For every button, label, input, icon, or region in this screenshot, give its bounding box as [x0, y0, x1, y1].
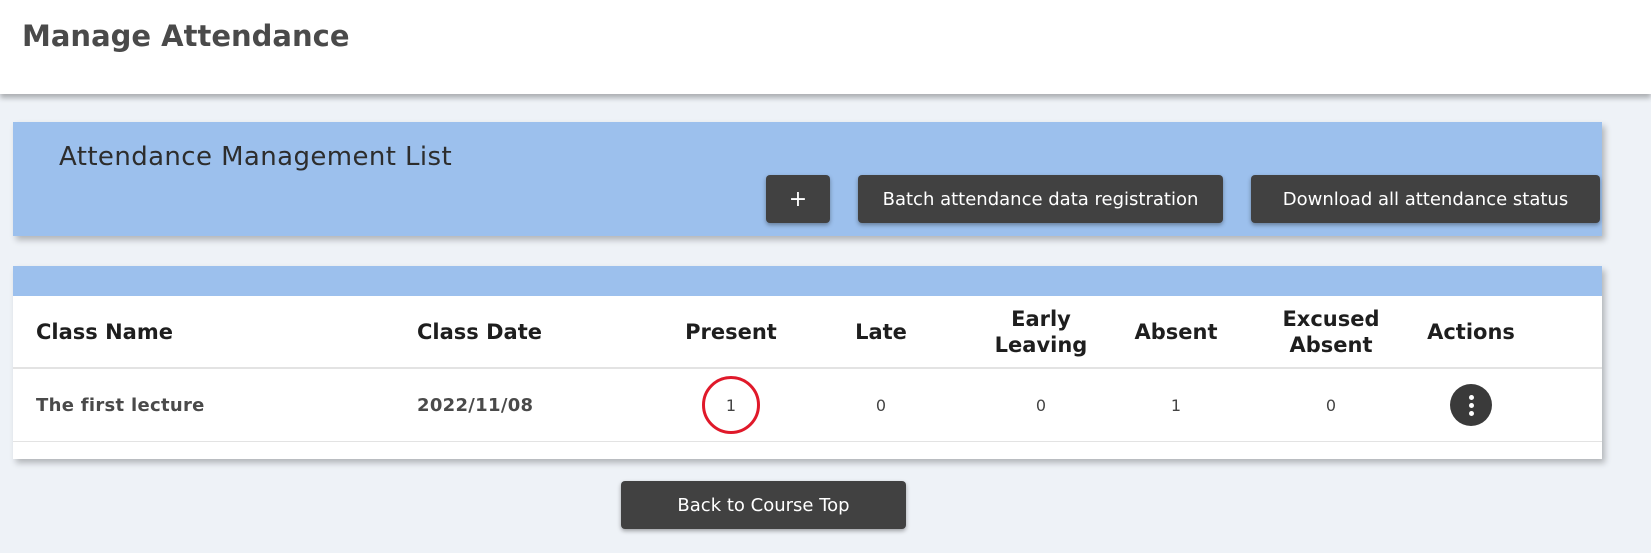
- header-actions: Actions: [1427, 319, 1515, 344]
- cell-class-date: 2022/11/08: [417, 394, 534, 416]
- header-class-name: Class Name: [36, 319, 173, 344]
- cell-excused-absent: 0: [1325, 395, 1337, 415]
- header-class-date: Class Date: [417, 319, 542, 344]
- attendance-table: Class Name Class Date Present Late Early…: [13, 266, 1602, 459]
- add-button[interactable]: +: [766, 175, 830, 223]
- back-to-course-top-button[interactable]: Back to Course Top: [621, 481, 906, 529]
- header-excused-absent-line2: Absent: [1289, 332, 1373, 357]
- cell-late: 0: [875, 395, 887, 415]
- header-late: Late: [855, 319, 907, 344]
- download-all-status-button[interactable]: Download all attendance status: [1251, 175, 1600, 223]
- panel-title: Attendance Management List: [59, 142, 453, 172]
- red-circle-highlight: 1: [702, 376, 760, 434]
- header-absent: Absent: [1134, 319, 1218, 344]
- header-early-leaving: Early Leaving: [961, 296, 1121, 367]
- cell-class-name: The first lecture: [36, 394, 205, 416]
- top-header: Manage Attendance: [0, 0, 1651, 94]
- cell-early-leaving: 0: [1035, 395, 1047, 415]
- present-count: 1: [725, 395, 737, 415]
- attendance-list-panel-header: Attendance Management List + Batch atten…: [13, 122, 1602, 236]
- table-row: The first lecture 2022/11/08 1 0 0 1 0: [13, 369, 1602, 442]
- batch-registration-button[interactable]: Batch attendance data registration: [858, 175, 1223, 223]
- vertical-ellipsis-icon[interactable]: [1450, 384, 1492, 426]
- header-excused-absent: Excused Absent: [1251, 296, 1411, 367]
- page-title: Manage Attendance: [22, 19, 350, 53]
- header-excused-absent-line1: Excused: [1282, 306, 1380, 331]
- cell-actions: [1411, 369, 1531, 441]
- cell-present: 1: [676, 369, 786, 441]
- table-top-strip: [13, 266, 1602, 296]
- header-early-leaving-line1: Early: [1011, 306, 1071, 331]
- cell-absent: 1: [1170, 395, 1182, 415]
- header-early-leaving-line2: Leaving: [994, 332, 1088, 357]
- header-present: Present: [685, 319, 777, 344]
- table-header-row: Class Name Class Date Present Late Early…: [13, 296, 1602, 369]
